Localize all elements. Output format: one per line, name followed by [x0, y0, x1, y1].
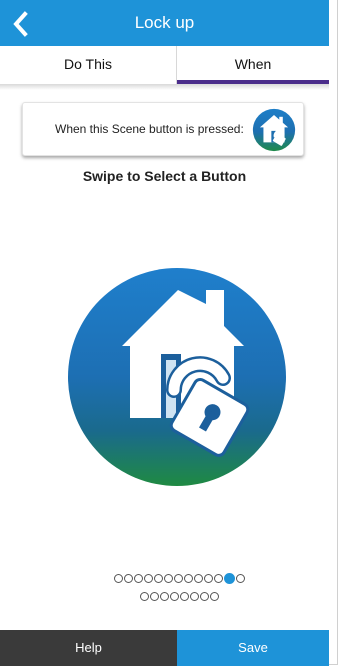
pager-dot[interactable] [209, 592, 219, 601]
pager-dot[interactable] [193, 574, 203, 583]
page-title: Lock up [134, 13, 195, 32]
home-lock-icon [252, 108, 296, 152]
scene-button-prompt: When this Scene button is pressed: [55, 122, 244, 136]
home-lock-icon[interactable] [68, 268, 286, 486]
pager-dot[interactable] [213, 574, 223, 583]
pager-dot[interactable] [113, 574, 123, 583]
pager-dot[interactable] [143, 574, 153, 583]
pager-dot[interactable] [169, 592, 179, 601]
help-button[interactable]: Help [0, 630, 177, 666]
pager-dot[interactable] [123, 574, 133, 583]
pager-dot[interactable] [159, 592, 169, 601]
pager-dot[interactable] [179, 592, 189, 601]
tab-do-this[interactable]: Do This [0, 46, 177, 84]
pager-dot[interactable] [173, 574, 183, 583]
pager-dots [89, 573, 269, 609]
pager-dot[interactable] [163, 574, 173, 583]
pager-dot[interactable] [235, 574, 245, 583]
pager-dot-active[interactable] [223, 573, 235, 584]
pager-dot[interactable] [133, 574, 143, 583]
app-header: Lock up [0, 0, 329, 46]
pager-dot[interactable] [203, 574, 213, 583]
scene-button-card: When this Scene button is pressed: [22, 102, 304, 156]
tab-shadow [0, 84, 329, 90]
footer-bar: Help Save [0, 630, 329, 666]
pager-dot[interactable] [183, 574, 193, 583]
pager-dot[interactable] [139, 592, 149, 601]
tab-bar: Do This When [0, 46, 329, 84]
pager-dot[interactable] [189, 592, 199, 601]
swipe-instruction: Swipe to Select a Button [82, 168, 247, 184]
pager-dot[interactable] [149, 592, 159, 601]
tab-when[interactable]: When [177, 46, 329, 84]
pager-dot[interactable] [199, 592, 209, 601]
pager-row [89, 573, 269, 586]
save-button[interactable]: Save [177, 630, 329, 666]
pager-dot[interactable] [153, 574, 163, 583]
pager-row [89, 591, 269, 604]
